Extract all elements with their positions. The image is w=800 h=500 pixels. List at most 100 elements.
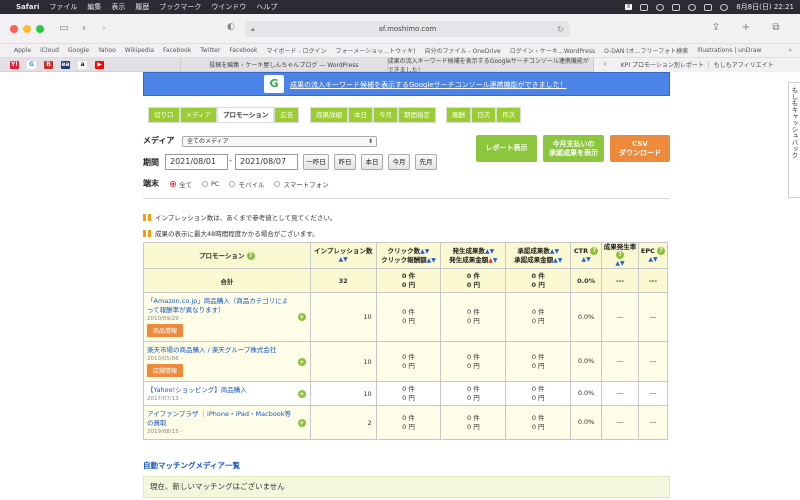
- menu-item[interactable]: 表示: [111, 2, 125, 12]
- media-select[interactable]: 全てのメディア ⬍: [182, 136, 377, 147]
- sort-icon[interactable]: ▲▼: [339, 256, 348, 263]
- tab-this-month[interactable]: 今月: [374, 108, 397, 122]
- device-radio-all[interactable]: 全て: [170, 179, 192, 189]
- bookmark-item[interactable]: Facebook: [163, 47, 191, 54]
- bookmark-item[interactable]: Wikipedia: [125, 47, 154, 54]
- sort-icon[interactable]: ▲▼: [420, 248, 429, 255]
- tab-overview-icon[interactable]: ⧉: [770, 22, 782, 34]
- bookmark-item[interactable]: Facebook: [229, 47, 257, 54]
- close-tab-icon[interactable]: ×: [602, 61, 607, 68]
- day-before-yesterday-button[interactable]: 一昨日: [303, 154, 329, 170]
- promotion-link[interactable]: 楽天市場の商品購入 / 楽天グループ株式会社: [147, 346, 292, 355]
- col-clicks[interactable]: クリック数▲▼ クリック報酬額▲▼: [375, 242, 442, 269]
- siri-icon[interactable]: [720, 3, 729, 11]
- menu-item[interactable]: ファイル: [49, 2, 77, 12]
- tab-monthly[interactable]: 月次: [497, 108, 520, 122]
- device-radio-pc[interactable]: PC: [202, 180, 219, 188]
- site-favicon-icon[interactable]: ea: [61, 60, 70, 69]
- expand-plus-icon[interactable]: +: [297, 357, 306, 366]
- csv-download-button[interactable]: CSV ダウンロード: [610, 135, 670, 162]
- back-icon[interactable]: ‹: [78, 23, 90, 35]
- browser-tab[interactable]: 投稿を編集 ‹ ケーキ屋しんちゃんブログ — WordPress: [180, 57, 387, 72]
- device-radio-smartphone[interactable]: スマートフォン: [274, 179, 329, 189]
- last-month-button[interactable]: 先月: [415, 154, 437, 170]
- bookmark-item[interactable]: マイボード - ログイン: [267, 46, 327, 55]
- browser-tab[interactable]: 成果の流入キーワード候補を表示するGoogleサーチコンソール連携機能ができまし…: [386, 57, 594, 74]
- today-button[interactable]: 本日: [361, 154, 383, 170]
- forward-icon[interactable]: ›: [98, 23, 110, 35]
- promotion-link[interactable]: 【Yahoo!ショッピング】商品購入: [147, 386, 292, 395]
- help-icon[interactable]: ?: [616, 251, 625, 259]
- menu-item[interactable]: 履歴: [135, 2, 149, 12]
- yesterday-button[interactable]: 昨日: [334, 154, 356, 170]
- promotion-link[interactable]: 「Amazon.co.jp」商品購入（商品カテゴリによって報酬率が異なります）: [147, 297, 292, 315]
- bookmark-item[interactable]: Yahoo: [98, 47, 116, 54]
- col-impressions[interactable]: インプレッション数 ▲▼: [309, 242, 377, 269]
- privacy-shield-icon[interactable]: ◐: [227, 22, 237, 34]
- bookmark-item[interactable]: 自分のファイル - OneDrive: [425, 46, 501, 55]
- col-rate[interactable]: 成果発生率 ? ▲▼: [601, 242, 639, 269]
- help-icon[interactable]: ?: [657, 247, 666, 255]
- tab-daily[interactable]: 日次: [472, 108, 495, 122]
- expand-plus-icon[interactable]: +: [297, 389, 306, 398]
- expand-plus-icon[interactable]: +: [297, 313, 306, 321]
- bookmarks-overflow-icon[interactable]: »: [788, 47, 792, 54]
- bookmark-item[interactable]: Apple: [14, 47, 31, 54]
- sort-icon[interactable]: ▲▼: [648, 256, 657, 263]
- minimize-window-button[interactable]: [23, 24, 31, 33]
- bookmark-item[interactable]: Twitter: [200, 47, 220, 54]
- tab-media[interactable]: メディア: [180, 108, 217, 122]
- battery-icon[interactable]: [672, 3, 681, 11]
- sidebar-icon[interactable]: ▭: [58, 23, 70, 35]
- reload-icon[interactable]: ↻: [557, 25, 564, 34]
- menu-app-name[interactable]: Safari: [16, 3, 39, 11]
- col-epc[interactable]: EPC ? ▲▼: [638, 242, 668, 269]
- show-approved-button[interactable]: 今月支払いの 承認成果を表示: [543, 135, 604, 162]
- product-info-button[interactable]: 商品情報: [147, 324, 184, 337]
- shop-info-button[interactable]: 店舗情報: [147, 364, 184, 377]
- menu-item[interactable]: ヘルプ: [256, 2, 277, 12]
- help-icon[interactable]: ?: [246, 251, 255, 260]
- menu-item[interactable]: 編集: [87, 2, 101, 12]
- tab-ads[interactable]: 広告: [275, 108, 299, 122]
- bookmark-item[interactable]: O-DAN (オ…フリーフォト検索: [604, 46, 688, 55]
- close-window-button[interactable]: [10, 24, 18, 33]
- tab-date-range[interactable]: 期間指定: [399, 108, 435, 122]
- tab-today[interactable]: 本日: [349, 108, 372, 122]
- tab-reward[interactable]: 報酬: [447, 108, 470, 122]
- announcement-banner[interactable]: G 成果の流入キーワード候補を表示するGoogleサーチコンソール連携機能ができ…: [143, 72, 670, 96]
- tab-promotion[interactable]: プロモーション: [218, 108, 274, 122]
- sort-icon[interactable]: ▲▼: [427, 257, 436, 264]
- amazon-favicon-icon[interactable]: a: [78, 60, 87, 69]
- col-approved[interactable]: 承認成果数▲▼ 承認成果金額▲▼: [505, 242, 572, 269]
- bookmark-item[interactable]: Google: [68, 47, 89, 54]
- promotion-link[interactable]: アイファンプラザ ｜iPhone・iPad・Macbook等の買取: [147, 410, 292, 428]
- bookmark-item[interactable]: iCloud: [40, 47, 59, 54]
- bookmark-item[interactable]: Illustrations | unDraw: [697, 47, 761, 54]
- tab-angle[interactable]: 切り口: [149, 108, 179, 122]
- col-ctr[interactable]: CTR ? ▲▼: [570, 242, 603, 269]
- share-icon[interactable]: ⇪: [710, 22, 722, 34]
- calendar-icon[interactable]: 8: [625, 4, 633, 10]
- bookmark-item[interactable]: ログイン ‹ ケーキ…WordPress: [510, 46, 595, 55]
- menubar-clock[interactable]: 8月8日(日) 22:21: [736, 2, 794, 12]
- control-center-icon[interactable]: [704, 3, 713, 11]
- sort-icon[interactable]: ▲▼: [485, 248, 494, 255]
- expand-plus-icon[interactable]: +: [297, 418, 306, 427]
- keyboard-icon[interactable]: [640, 3, 649, 11]
- search-icon[interactable]: [688, 3, 697, 11]
- col-occurred[interactable]: 発生成果数▲▼ 発生成果金額▲▼: [440, 242, 507, 269]
- banner-link[interactable]: 成果の流入キーワード候補を表示するGoogleサーチコンソール連携機能ができまし…: [290, 80, 567, 90]
- browser-tab-active[interactable]: × KPI プロモーション別レポート ｜ もしもアフィリエイト: [593, 57, 800, 72]
- bookmark-favicon-icon[interactable]: B: [44, 60, 53, 69]
- this-month-button[interactable]: 今月: [388, 154, 410, 170]
- wifi-icon[interactable]: [656, 3, 665, 11]
- yahoo-favicon-icon[interactable]: Y!: [10, 60, 19, 69]
- address-bar[interactable]: 🔒︎ af.moshimo.com ↻: [245, 21, 570, 37]
- new-tab-icon[interactable]: +: [740, 22, 752, 34]
- device-radio-mobile[interactable]: モバイル: [229, 179, 264, 189]
- sort-icon[interactable]: ▲▼: [615, 260, 624, 267]
- sort-icon[interactable]: ▲▼: [581, 256, 590, 263]
- google-favicon-icon[interactable]: G: [27, 60, 36, 69]
- menu-item[interactable]: ウインドウ: [211, 2, 246, 12]
